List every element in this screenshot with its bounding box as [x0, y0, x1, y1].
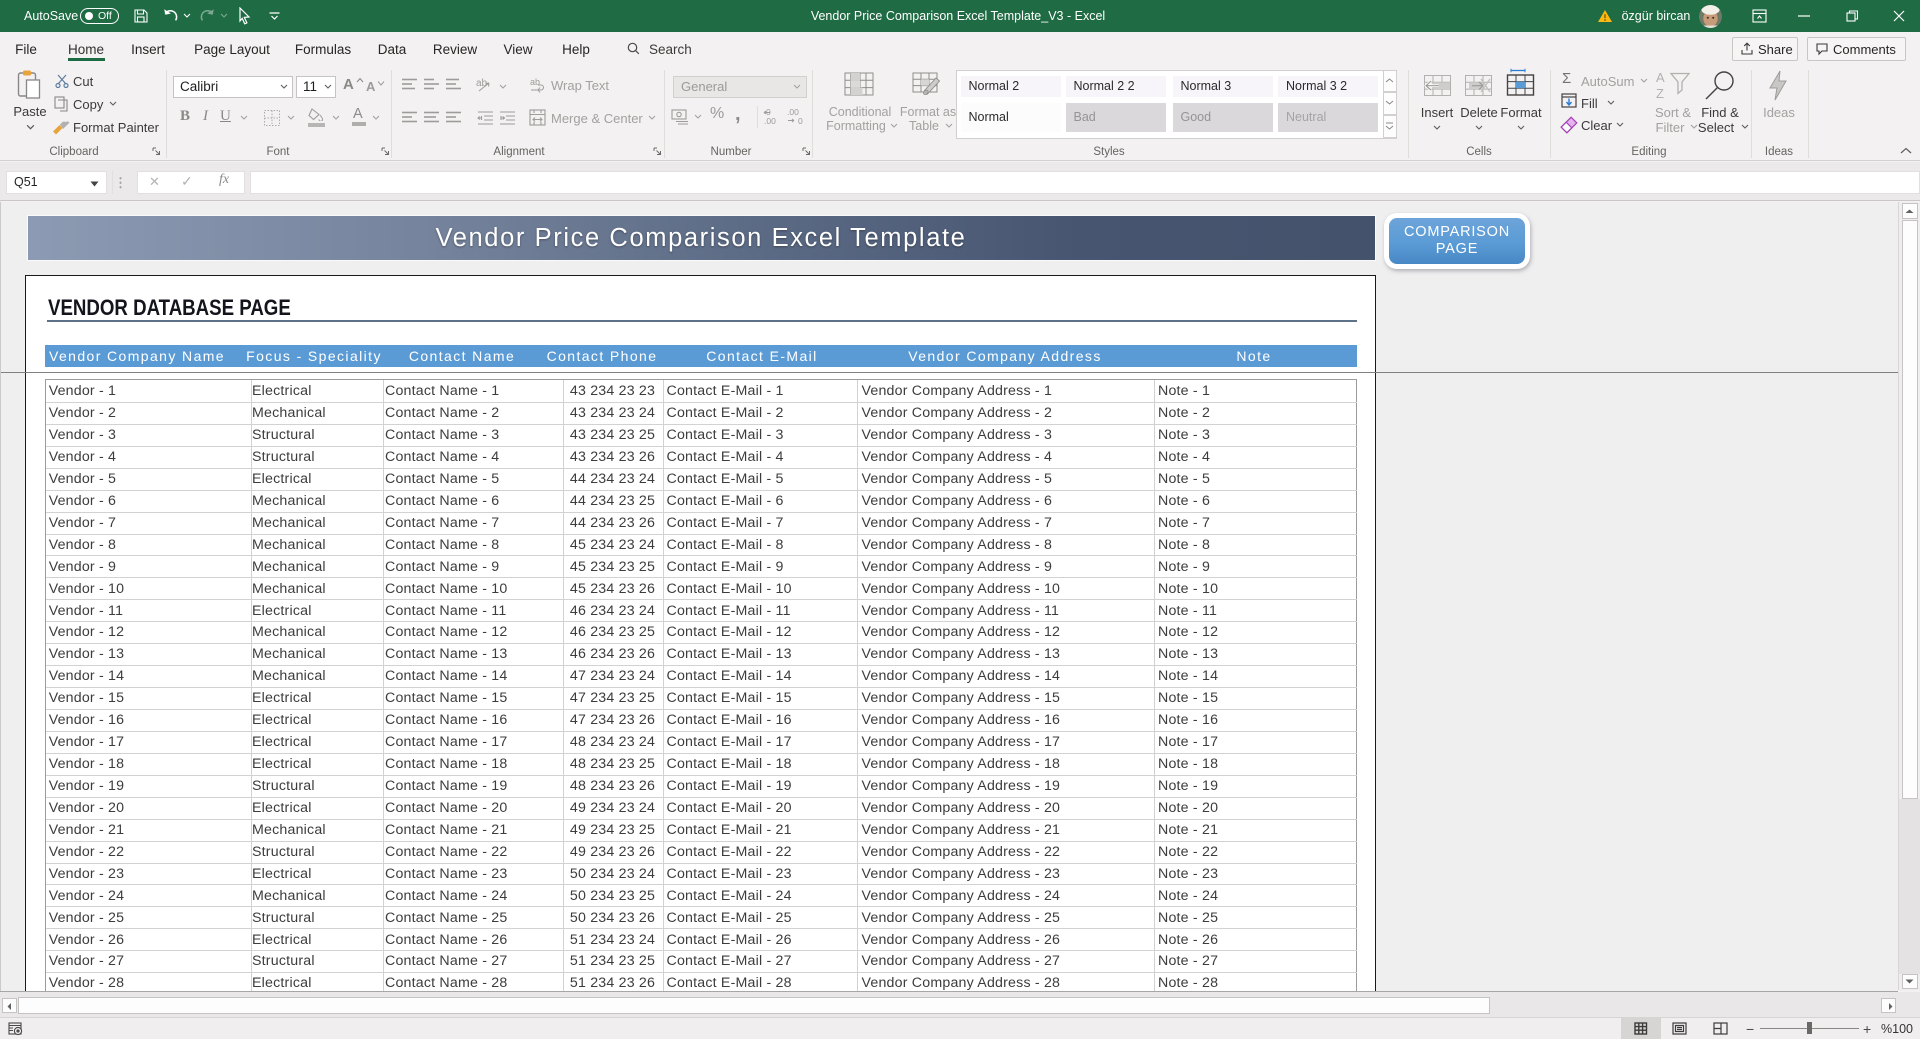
- svg-text:Z: Z: [1656, 86, 1664, 101]
- svg-text:A: A: [1656, 70, 1665, 85]
